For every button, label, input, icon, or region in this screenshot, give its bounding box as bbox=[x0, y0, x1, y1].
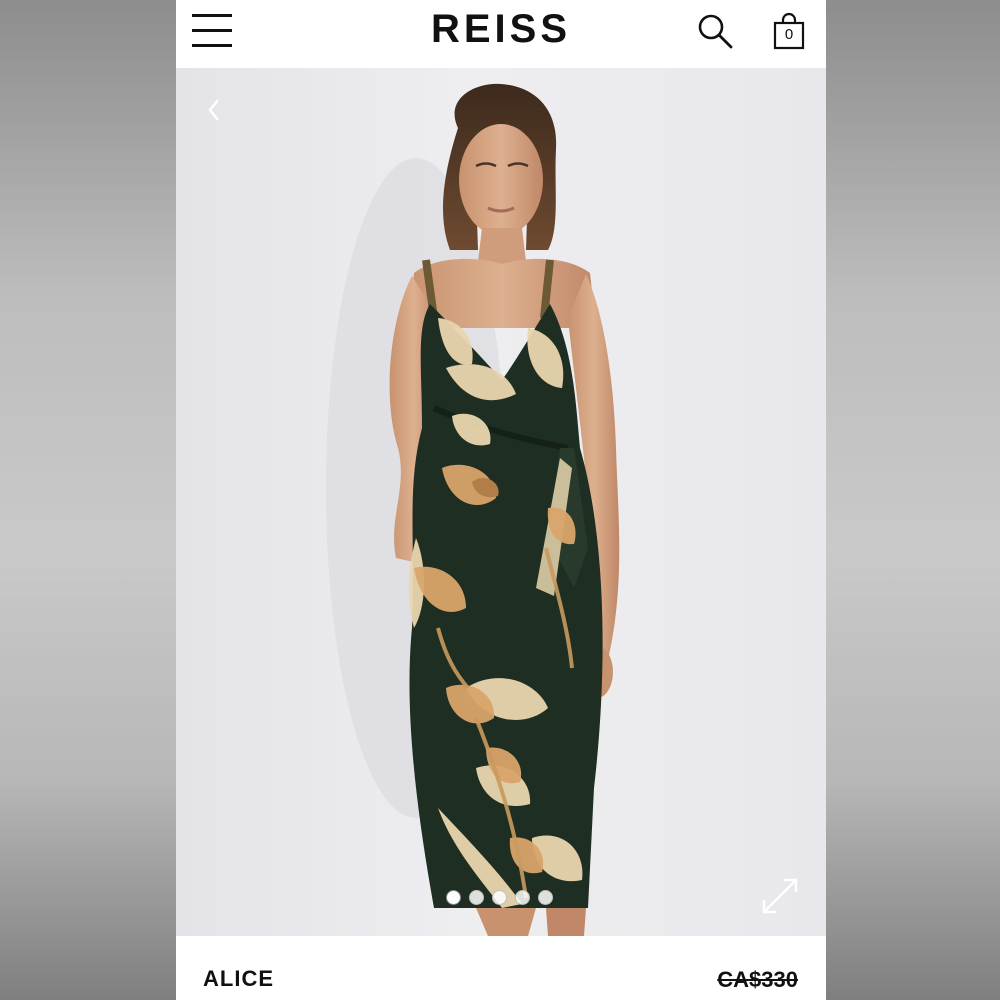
product-image-gallery[interactable] bbox=[176, 68, 826, 936]
left-backdrop bbox=[0, 0, 176, 1000]
gallery-dot-5[interactable] bbox=[538, 890, 553, 905]
expand-icon[interactable] bbox=[758, 874, 802, 918]
search-icon[interactable] bbox=[696, 12, 734, 50]
gallery-pagination bbox=[446, 890, 553, 906]
mobile-screen: REISS 0 ALICE CA$330 bbox=[176, 0, 826, 1000]
shopping-bag-icon[interactable]: 0 bbox=[772, 12, 806, 50]
gallery-dot-1[interactable] bbox=[446, 890, 461, 905]
chevron-left-icon[interactable] bbox=[204, 96, 224, 124]
product-name[interactable]: ALICE bbox=[203, 966, 274, 992]
gallery-dot-4[interactable] bbox=[515, 890, 530, 905]
bag-count: 0 bbox=[784, 26, 794, 43]
top-nav-bar: REISS 0 bbox=[176, 0, 826, 68]
product-photo bbox=[326, 83, 620, 936]
gallery-dot-3[interactable] bbox=[492, 890, 507, 905]
product-price: CA$330 bbox=[717, 967, 798, 992]
gallery-dot-2[interactable] bbox=[469, 890, 484, 905]
product-info: ALICE CA$330 bbox=[176, 936, 826, 1000]
right-backdrop bbox=[826, 0, 1000, 1000]
